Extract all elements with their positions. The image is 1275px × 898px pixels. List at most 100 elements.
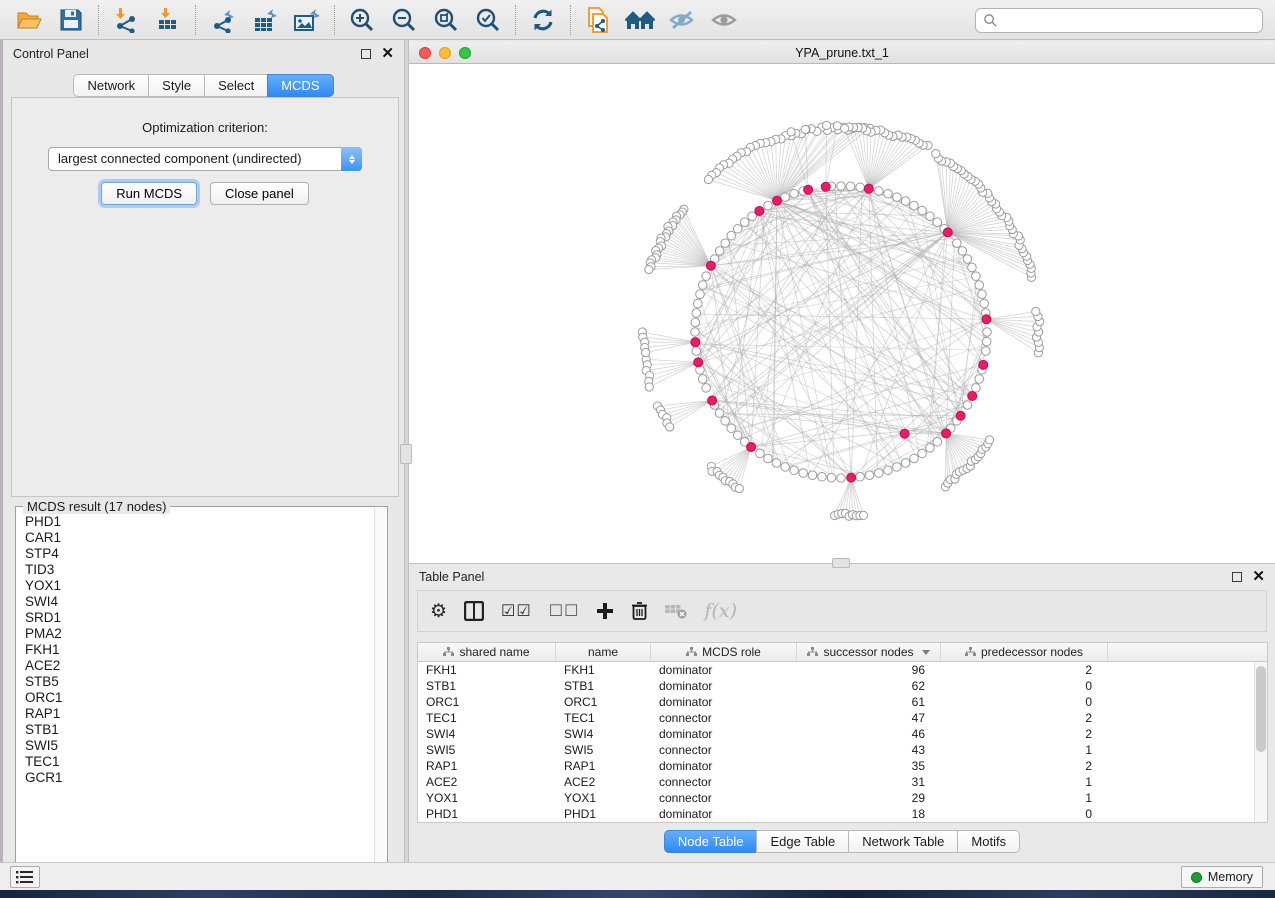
cell-name[interactable]: ORC1 (556, 694, 651, 710)
table-row[interactable]: STB1STB1dominator620 (418, 678, 1254, 694)
table-row[interactable]: TEC1TEC1connector472 (418, 710, 1254, 726)
mcds-result-item[interactable]: YOX1 (25, 578, 374, 594)
column-layout-icon[interactable] (464, 601, 484, 621)
cell-MCDS-role[interactable]: dominator (651, 758, 797, 774)
column-header-name[interactable]: name (556, 643, 651, 661)
close-table-panel-icon[interactable]: ✕ (1252, 572, 1265, 582)
table-row[interactable]: SWI4SWI4dominator462 (418, 726, 1254, 742)
mcds-list-scrollbar[interactable] (374, 508, 386, 876)
mcds-result-item[interactable]: RAP1 (25, 706, 374, 722)
table-scrollbar-thumb[interactable] (1256, 666, 1266, 752)
cell-shared-name[interactable]: SWI4 (418, 726, 556, 742)
delete-table-icon[interactable] (665, 603, 687, 619)
cell-predecessor-nodes[interactable]: 2 (941, 710, 1108, 726)
cell-shared-name[interactable]: STB1 (418, 678, 556, 694)
cell-successor-nodes[interactable]: 47 (797, 710, 941, 726)
cell-successor-nodes[interactable]: 62 (797, 678, 941, 694)
network-graph[interactable] (409, 64, 1275, 563)
tab-network[interactable]: Network (73, 74, 148, 97)
cell-shared-name[interactable]: PHD1 (418, 806, 556, 822)
cell-MCDS-role[interactable]: connector (651, 742, 797, 758)
cell-MCDS-role[interactable]: connector (651, 790, 797, 806)
horizontal-split-grip[interactable] (832, 558, 850, 568)
cell-successor-nodes[interactable]: 18 (797, 806, 941, 822)
network-canvas[interactable] (409, 64, 1275, 563)
mcds-result-item[interactable]: TID3 (25, 562, 374, 578)
cell-successor-nodes[interactable]: 35 (797, 758, 941, 774)
mcds-result-item[interactable]: PMA2 (25, 626, 374, 642)
mcds-result-item[interactable]: STB5 (25, 674, 374, 690)
settings-gear-icon[interactable]: ⚙ (430, 600, 447, 623)
tab-mcds[interactable]: MCDS (267, 74, 333, 97)
tab-motifs[interactable]: Motifs (957, 830, 1020, 853)
table-row[interactable]: SWI5SWI5connector431 (418, 742, 1254, 758)
close-panel-icon[interactable]: ✕ (381, 49, 394, 59)
cell-predecessor-nodes[interactable]: 2 (941, 758, 1108, 774)
cell-name[interactable]: FKH1 (556, 662, 651, 678)
hide-selected-icon[interactable] (665, 4, 699, 36)
cell-MCDS-role[interactable]: dominator (651, 806, 797, 822)
column-header-shared-name[interactable]: shared name (418, 643, 556, 661)
network-window-titlebar[interactable]: YPA_prune.txt_1 (409, 42, 1275, 64)
float-table-panel-icon[interactable] (1232, 572, 1242, 582)
mcds-result-item[interactable]: GCR1 (25, 770, 374, 786)
export-table-icon[interactable] (248, 4, 282, 36)
mcds-result-item[interactable]: ACE2 (25, 658, 374, 674)
mcds-result-item[interactable]: CAR1 (25, 530, 374, 546)
cell-predecessor-nodes[interactable]: 0 (941, 694, 1108, 710)
tab-style[interactable]: Style (148, 74, 204, 97)
table-scrollbar[interactable] (1254, 662, 1267, 822)
mcds-result-item[interactable]: SWI4 (25, 594, 374, 610)
column-header-predecessor-nodes[interactable]: predecessor nodes (941, 643, 1108, 661)
cell-name[interactable]: PHD1 (556, 806, 651, 822)
search-input[interactable] (998, 14, 1255, 28)
cell-predecessor-nodes[interactable]: 1 (941, 742, 1108, 758)
export-network-icon[interactable] (206, 4, 240, 36)
mcds-result-item[interactable]: PHD1 (25, 514, 374, 530)
mcds-result-item[interactable]: STB1 (25, 722, 374, 738)
open-file-icon[interactable] (12, 4, 46, 36)
tab-network-table[interactable]: Network Table (848, 830, 957, 853)
cell-name[interactable]: YOX1 (556, 790, 651, 806)
zoom-in-icon[interactable] (345, 4, 379, 36)
cell-predecessor-nodes[interactable]: 0 (941, 806, 1108, 822)
cell-shared-name[interactable]: FKH1 (418, 662, 556, 678)
cell-shared-name[interactable]: ORC1 (418, 694, 556, 710)
cell-name[interactable]: SWI5 (556, 742, 651, 758)
select-all-rows-icon[interactable]: ☑☑ (501, 601, 532, 621)
cell-successor-nodes[interactable]: 29 (797, 790, 941, 806)
cell-name[interactable]: RAP1 (556, 758, 651, 774)
deselect-all-rows-icon[interactable]: ☐☐ (549, 601, 580, 621)
cell-shared-name[interactable]: ACE2 (418, 774, 556, 790)
float-panel-icon[interactable] (361, 49, 371, 59)
table-row[interactable]: ACE2ACE2connector311 (418, 774, 1254, 790)
tab-edge-table[interactable]: Edge Table (756, 830, 848, 853)
first-neighbors-icon[interactable] (623, 4, 657, 36)
zoom-fit-icon[interactable] (429, 4, 463, 36)
zoom-out-icon[interactable] (387, 4, 421, 36)
cell-shared-name[interactable]: RAP1 (418, 758, 556, 774)
mcds-result-item[interactable]: TEC1 (25, 754, 374, 770)
cell-MCDS-role[interactable]: dominator (651, 694, 797, 710)
cell-MCDS-role[interactable]: connector (651, 774, 797, 790)
optimization-criterion-select[interactable]: largest connected component (undirected) (48, 147, 362, 171)
cell-name[interactable]: ACE2 (556, 774, 651, 790)
import-table-icon[interactable] (151, 4, 185, 36)
cell-predecessor-nodes[interactable]: 1 (941, 790, 1108, 806)
column-header-successor-nodes[interactable]: successor nodes (797, 643, 941, 661)
cell-name[interactable]: TEC1 (556, 710, 651, 726)
cell-MCDS-role[interactable]: connector (651, 710, 797, 726)
cell-successor-nodes[interactable]: 46 (797, 726, 941, 742)
cell-MCDS-role[interactable]: dominator (651, 726, 797, 742)
cell-MCDS-role[interactable]: dominator (651, 678, 797, 694)
table-row[interactable]: PHD1PHD1dominator180 (418, 806, 1254, 822)
memory-button[interactable]: Memory (1181, 866, 1263, 888)
cell-successor-nodes[interactable]: 31 (797, 774, 941, 790)
cell-successor-nodes[interactable]: 61 (797, 694, 941, 710)
cell-shared-name[interactable]: SWI5 (418, 742, 556, 758)
search-box[interactable] (975, 8, 1263, 33)
show-all-icon[interactable] (707, 4, 741, 36)
mcds-result-list[interactable]: PHD1CAR1STP4TID3YOX1SWI4SRD1PMA2FKH1ACE2… (17, 508, 374, 876)
close-panel-button[interactable]: Close panel (210, 182, 309, 205)
add-column-icon[interactable] (596, 602, 614, 620)
